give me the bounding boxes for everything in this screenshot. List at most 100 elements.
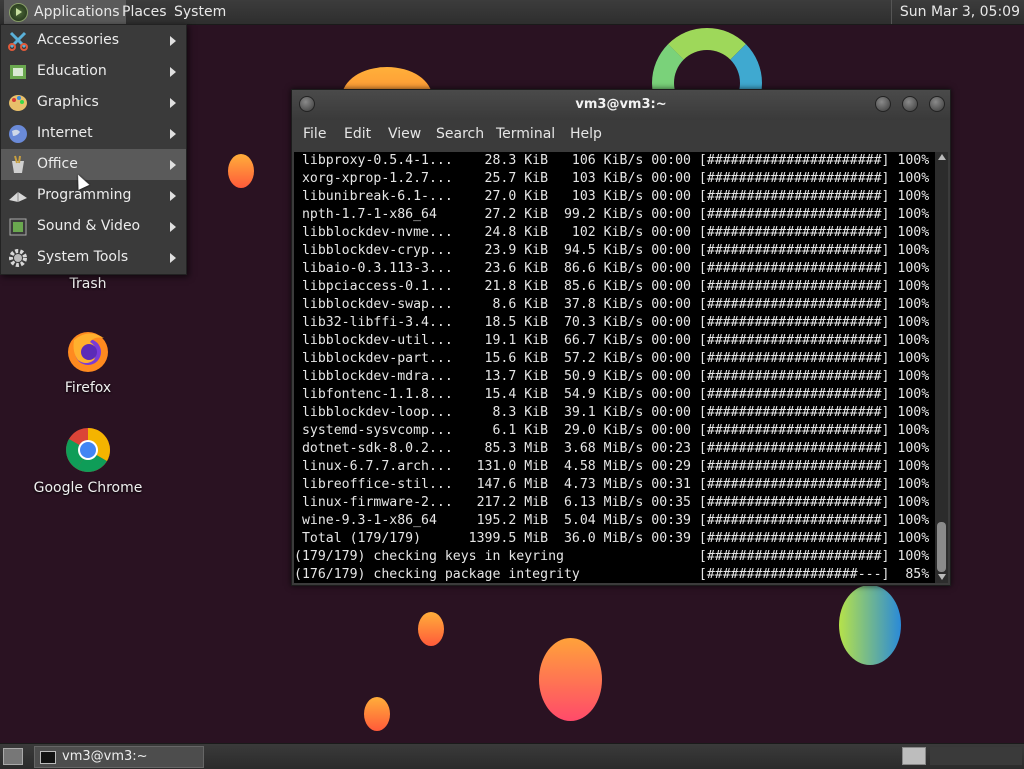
minimize-button[interactable] [875,96,891,112]
terminal-line: dotnet-sdk-8.0.2... 85.3 MiB 3.68 MiB/s … [294,441,930,456]
distro-logo-icon [9,3,28,22]
applications-dropdown: Accessories Education Graphics Internet … [0,24,187,275]
taskbar-label: vm3@vm3:~ [62,749,148,764]
terminal-line: libaio-0.3.113-3... 23.6 KiB 86.6 KiB/s … [294,261,930,276]
desktop-trash[interactable]: Trash [33,276,143,292]
top-panel: Applications Places System Sun Mar 3, 05… [0,0,1024,25]
terminal-line: libblockdev-loop... 8.3 KiB 39.1 KiB/s 0… [294,405,930,420]
terminal-line: libblockdev-util... 19.1 KiB 66.7 KiB/s … [294,333,930,348]
menu-item-graphics[interactable]: Graphics [1,87,186,118]
wallpaper-pink-blob [539,638,602,721]
menu-item-label: Internet [37,125,93,141]
maximize-button[interactable] [902,96,918,112]
menu-item-accessories[interactable]: Accessories [1,25,186,56]
scroll-up-icon[interactable] [938,154,946,160]
applications-label: Applications [34,4,120,20]
menu-item-label: Sound & Video [37,218,141,234]
desktop-firefox-label: Firefox [64,380,112,396]
terminal-line: (176/179) checking package integrity [##… [294,567,930,582]
taskbar-terminal-button[interactable]: vm3@vm3:~ [34,746,204,768]
terminal-line: libblockdev-nvme... 24.8 KiB 102 KiB/s 0… [294,225,930,240]
terminal-line: libreoffice-stil... 147.6 MiB 4.73 MiB/s… [294,477,930,492]
terminal-line: Total (179/179) 1399.5 MiB 36.0 MiB/s 00… [294,531,930,546]
chevron-right-icon [170,129,176,139]
bottom-panel: vm3@vm3:~ [0,743,1024,769]
desktop-google-chrome[interactable]: Google Chrome [33,426,143,496]
menu-terminal[interactable]: Terminal [496,120,555,148]
office-icon [8,155,28,175]
programming-icon [8,186,28,206]
menu-item-label: Accessories [37,32,120,48]
terminal-line: npth-1.7-1-x86_64 27.2 KiB 99.2 KiB/s 00… [294,207,930,222]
scissors-icon [8,31,28,51]
desktop-google-chrome-label: Google Chrome [33,480,143,496]
terminal-line: (179/179) checking keys in keyring [####… [294,549,930,564]
menu-file[interactable]: File [303,120,326,148]
terminal-line: libblockdev-cryp... 23.9 KiB 94.5 KiB/s … [294,243,930,258]
terminal-line: linux-firmware-2... 217.2 MiB 6.13 MiB/s… [294,495,930,510]
clock[interactable]: Sun Mar 3, 05:09 [890,0,1020,24]
workspace-switcher-2[interactable] [930,747,1022,765]
terminal-line: xorg-xprop-1.2.7... 25.7 KiB 103 KiB/s 0… [294,171,930,186]
terminal-scrollbar[interactable] [935,152,948,583]
chevron-right-icon [170,160,176,170]
desktop-firefox[interactable]: Firefox [33,326,143,396]
menu-item-system-tools[interactable]: System Tools [1,242,186,273]
chevron-right-icon [170,191,176,201]
menu-help[interactable]: Help [570,120,602,148]
menu-view[interactable]: View [388,120,421,148]
chevron-right-icon [170,67,176,77]
terminal-line: linux-6.7.7.arch... 131.0 MiB 4.58 MiB/s… [294,459,930,474]
terminal-line: libunibreak-6.1-... 27.0 KiB 103 KiB/s 0… [294,189,930,204]
chevron-right-icon [170,98,176,108]
menu-item-label: System Tools [37,249,129,265]
terminal-menubar: File Edit View Search Terminal Help [292,120,950,148]
menu-search[interactable]: Search [436,120,484,148]
wallpaper-small-blob [228,154,254,188]
menu-item-office[interactable]: Office [1,149,186,180]
globe-icon [8,124,28,144]
terminal-line: systemd-sysvcomp... 6.1 KiB 29.0 KiB/s 0… [294,423,930,438]
menu-item-programming[interactable]: Programming [1,180,186,211]
terminal-line: libpciaccess-0.1... 21.8 KiB 85.6 KiB/s … [294,279,930,294]
menu-item-label: Education [37,63,107,79]
desktop-trash-label: Trash [69,276,107,292]
terminal-window[interactable]: vm3@vm3:~ File Edit View Search Terminal… [291,89,951,586]
terminal-icon [40,751,56,764]
close-button[interactable] [929,96,945,112]
show-desktop-button[interactable] [3,748,23,765]
chevron-right-icon [170,222,176,232]
chevron-right-icon [170,36,176,46]
menu-item-internet[interactable]: Internet [1,118,186,149]
terminal-output[interactable]: libproxy-0.5.4-1... 28.3 KiB 106 KiB/s 0… [294,152,935,583]
window-title: vm3@vm3:~ [575,97,667,112]
film-icon [8,217,28,237]
wallpaper-orange-tiny [364,697,390,731]
chevron-right-icon [170,253,176,263]
gear-icon [8,248,28,268]
menu-item-label: Graphics [37,94,99,110]
terminal-line: libblockdev-swap... 8.6 KiB 37.8 KiB/s 0… [294,297,930,312]
terminal-titlebar[interactable]: vm3@vm3:~ [292,90,950,120]
menu-item-label: Office [37,156,78,172]
scroll-down-icon[interactable] [938,574,946,580]
menu-edit[interactable]: Edit [344,120,371,148]
terminal-line: libfontenc-1.1.8... 15.4 KiB 54.9 KiB/s … [294,387,930,402]
scroll-thumb[interactable] [937,522,946,572]
terminal-line: libblockdev-mdra... 13.7 KiB 50.9 KiB/s … [294,369,930,384]
firefox-icon [64,326,112,374]
workspace-switcher-1[interactable] [902,747,926,765]
wallpaper-orange-small [418,612,444,646]
system-menu-button[interactable]: System [168,0,232,24]
menu-item-sound-video[interactable]: Sound & Video [1,211,186,242]
chrome-icon [64,426,112,474]
menu-item-education[interactable]: Education [1,56,186,87]
places-menu-button[interactable]: Places [116,0,173,24]
applications-menu-button[interactable]: Applications [4,0,126,24]
terminal-line: lib32-libffi-3.4... 18.5 KiB 70.3 KiB/s … [294,315,930,330]
education-icon [8,62,28,82]
terminal-line: libblockdev-part... 15.6 KiB 57.2 KiB/s … [294,351,930,366]
palette-icon [8,93,28,113]
terminal-line: wine-9.3-1-x86_64 195.2 MiB 5.04 MiB/s 0… [294,513,930,528]
terminal-line: libproxy-0.5.4-1... 28.3 KiB 106 KiB/s 0… [294,153,930,168]
